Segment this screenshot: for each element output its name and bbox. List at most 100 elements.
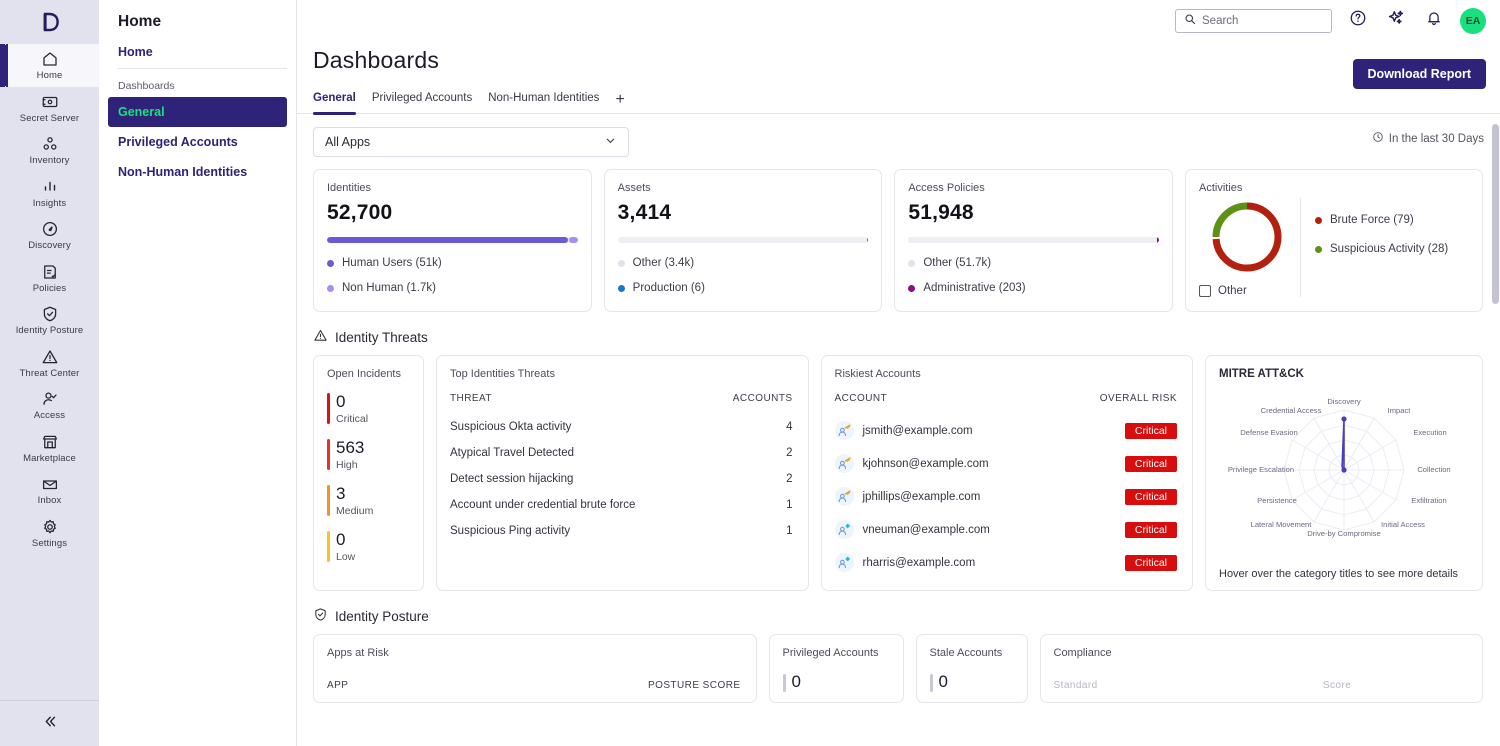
kpi-legend: Other (3.4k) Production (6) xyxy=(617,257,869,294)
sidebar-item-inventory[interactable]: Inventory xyxy=(0,129,99,172)
plus-icon[interactable]: + xyxy=(615,92,624,113)
legend-item: Administrative (203) xyxy=(908,282,1159,294)
risk-cell: Critical xyxy=(1063,513,1177,546)
identity-posture-row: Apps at Risk APP POSTURE SCORE Privilege… xyxy=(297,634,1500,703)
kpi-card-row: Identities 52,700 Human Users (51k) Non … xyxy=(297,169,1500,312)
axis-label-execution[interactable]: Execution xyxy=(1413,428,1446,437)
col-overall-risk: OVERALL RISK xyxy=(1099,393,1177,404)
axis-label-drive-by-compromise[interactable]: Drive-by Compromise xyxy=(1307,529,1380,538)
privileged-accounts-card[interactable]: Privileged Accounts 0 xyxy=(768,634,904,703)
table-row[interactable]: rharris@example.com Critical xyxy=(834,546,1177,579)
sidebar-item-secret-server[interactable]: Secret Server xyxy=(0,87,99,130)
apps-at-risk-card[interactable]: Apps at Risk APP POSTURE SCORE xyxy=(313,634,757,703)
dashboard-tabs: General Privileged Accounts Non-Human Id… xyxy=(297,74,1500,115)
kpi-card-assets[interactable]: Assets 3,414 Other (3.4k) Production (6) xyxy=(603,169,883,312)
page-scrollbar[interactable] xyxy=(1492,124,1499,304)
sidebar-item-home[interactable]: Home xyxy=(0,44,99,87)
search-box[interactable] xyxy=(1175,8,1332,33)
sidebar-item-discovery[interactable]: Discovery xyxy=(0,214,99,257)
threat-accounts: 4 xyxy=(786,421,793,433)
time-period-label: In the last 30 Days xyxy=(1388,132,1484,145)
stale-accounts-card[interactable]: Stale Accounts 0 xyxy=(915,634,1028,703)
avatar-key-badge-icon xyxy=(834,487,854,506)
severity-critical: 0 Critical xyxy=(327,391,423,426)
activities-legend: Brute Force (79) Suspicious Activity (28… xyxy=(1315,198,1448,297)
axis-label-discovery[interactable]: Discovery xyxy=(1327,397,1361,406)
table-row[interactable]: Account under credential brute force 1 xyxy=(450,492,793,518)
table-row[interactable]: jsmith@example.com Critical xyxy=(834,414,1177,447)
avatar-diamond-badge-icon xyxy=(834,553,854,572)
axis-label-impact[interactable]: Impact xyxy=(1388,406,1412,415)
collapse-sidebar-button[interactable] xyxy=(0,700,99,746)
nav-link-home[interactable]: Home xyxy=(99,32,296,68)
account-cell: jphillips@example.com xyxy=(834,480,1064,513)
mitre-attack-card[interactable]: MITRE ATT&CK Discovery Impact Execution … xyxy=(1205,355,1483,591)
app-logo[interactable] xyxy=(0,0,99,44)
apps-filter-select[interactable]: All Apps xyxy=(313,127,629,157)
checkbox-icon[interactable] xyxy=(1199,285,1212,297)
table-row[interactable]: kjohnson@example.com Critical xyxy=(834,447,1177,480)
table-header-row: THREAT ACCOUNTS xyxy=(450,393,793,414)
mitre-label: MITRE ATT&CK xyxy=(1219,368,1304,380)
open-incidents-card[interactable]: Open Incidents 0 Critical 563 High 3 Med… xyxy=(313,355,424,591)
section-title: Identity Posture xyxy=(335,608,429,624)
kpi-card-access-policies[interactable]: Access Policies 51,948 Other (51.7k) Adm… xyxy=(894,169,1174,312)
nav-item-non-human-identities[interactable]: Non-Human Identities xyxy=(108,157,287,187)
threat-name: Suspicious Ping activity xyxy=(450,525,571,537)
sidebar-item-marketplace[interactable]: Marketplace xyxy=(0,427,99,470)
axis-label-lateral-movement[interactable]: Lateral Movement xyxy=(1251,520,1313,529)
tab-general[interactable]: General xyxy=(313,92,356,115)
legend-dot xyxy=(1315,245,1323,253)
sidebar-item-label: Home xyxy=(36,70,63,82)
severity-label: Low xyxy=(336,551,356,563)
axis-label-exfiltration[interactable]: Exfiltration xyxy=(1411,496,1446,505)
col-standard: Standard xyxy=(1053,680,1098,691)
notifications-button[interactable] xyxy=(1422,9,1446,33)
table-row[interactable]: vneuman@example.com Critical xyxy=(834,513,1177,546)
sidebar-item-threat-center[interactable]: Threat Center xyxy=(0,342,99,385)
activities-other-checkbox-row[interactable]: Other xyxy=(1199,285,1247,297)
search-input[interactable] xyxy=(1202,14,1323,27)
table-row[interactable]: Atypical Travel Detected 2 xyxy=(450,440,793,466)
axis-label-defense-evasion[interactable]: Defense Evasion xyxy=(1240,428,1297,437)
ai-assistant-button[interactable] xyxy=(1384,9,1408,33)
sidebar-item-identity-posture[interactable]: Identity Posture xyxy=(0,299,99,342)
axis-label-privilege-escalation[interactable]: Privilege Escalation xyxy=(1228,465,1294,474)
table-row[interactable]: Detect session hijacking 2 xyxy=(450,466,793,492)
top-identities-threats-card[interactable]: Top Identities Threats THREAT ACCOUNTS S… xyxy=(436,355,809,591)
kpi-card-identities[interactable]: Identities 52,700 Human Users (51k) Non … xyxy=(313,169,592,312)
compliance-card[interactable]: Compliance Standard Score xyxy=(1039,634,1483,703)
policies-icon xyxy=(41,262,59,282)
kpi-bar xyxy=(617,237,869,243)
table-row[interactable]: Suspicious Ping activity 1 xyxy=(450,518,793,544)
page-title: Dashboards xyxy=(313,47,440,73)
axis-label-persistence[interactable]: Persistence xyxy=(1257,496,1297,505)
sidebar-item-settings[interactable]: Settings xyxy=(0,512,99,555)
sidebar-item-access[interactable]: Access xyxy=(0,384,99,427)
kpi-label: Assets xyxy=(617,182,651,194)
table-row[interactable]: jphillips@example.com Critical xyxy=(834,480,1177,513)
axis-label-initial-access[interactable]: Initial Access xyxy=(1381,520,1425,529)
axis-label-credential-access[interactable]: Credential Access xyxy=(1261,406,1322,415)
table-row[interactable]: Suspicious Okta activity 4 xyxy=(450,414,793,440)
sidebar-item-inbox[interactable]: Inbox xyxy=(0,469,99,512)
sidebar-item-policies[interactable]: Policies xyxy=(0,257,99,300)
kpi-label: Access Policies xyxy=(908,182,985,194)
account-cell: jsmith@example.com xyxy=(834,414,1064,447)
threat-name: Detect session hijacking xyxy=(450,473,574,485)
nav-item-privileged-accounts[interactable]: Privileged Accounts xyxy=(108,127,287,157)
home-icon xyxy=(41,49,59,69)
help-button[interactable] xyxy=(1346,9,1370,33)
legend-dot xyxy=(327,284,334,292)
nav-item-general[interactable]: General xyxy=(108,97,287,127)
sidebar-item-insights[interactable]: Insights xyxy=(0,172,99,215)
tab-non-human-identities[interactable]: Non-Human Identities xyxy=(488,92,599,113)
threat-accounts: 1 xyxy=(786,499,793,511)
tab-privileged-accounts[interactable]: Privileged Accounts xyxy=(372,92,472,113)
axis-label-collection[interactable]: Collection xyxy=(1417,465,1450,474)
riskiest-accounts-card[interactable]: Riskiest Accounts ACCOUNT OVERALL RISK j… xyxy=(820,355,1193,591)
activities-card[interactable]: Activities Other Brute Force (79) Suspic… xyxy=(1185,169,1484,312)
avatar[interactable]: EA xyxy=(1460,7,1486,34)
radar-point xyxy=(1341,467,1347,473)
kpi-value: 51,948 xyxy=(908,201,974,224)
